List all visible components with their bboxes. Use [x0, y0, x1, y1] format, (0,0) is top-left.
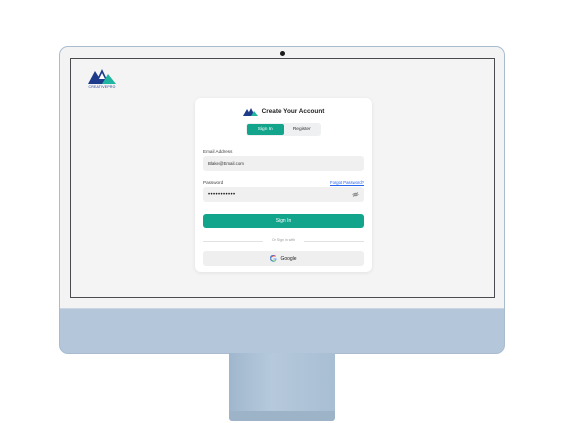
tab-register[interactable]: Register	[284, 124, 321, 135]
card-logo-icon	[242, 107, 258, 116]
monitor: CREATIVEPRO Create Your Account Sign In …	[59, 46, 505, 354]
monitor-bezel: CREATIVEPRO Create Your Account Sign In …	[60, 47, 504, 309]
auth-tabs: Sign In Register	[246, 123, 321, 136]
brand-wordmark: CREATIVEPRO	[88, 85, 116, 89]
eye-off-icon[interactable]	[352, 191, 359, 198]
email-field[interactable]: Blake@Email.com	[203, 156, 364, 171]
google-icon	[270, 255, 278, 262]
sign-in-button[interactable]: Sign In	[203, 214, 364, 228]
page-title: Create Your Account	[261, 107, 325, 115]
email-value: Blake@Email.com	[208, 161, 244, 166]
monitor-stand	[229, 353, 335, 413]
tab-sign-in[interactable]: Sign In	[247, 124, 284, 135]
password-value: •••••••••••	[208, 191, 236, 198]
google-sign-in-button[interactable]: Google	[203, 251, 364, 266]
camera-dot	[280, 51, 285, 56]
forgot-password-link[interactable]: Forgot Password?	[330, 180, 364, 185]
monitor-stand-base	[229, 411, 335, 421]
brand-logo[interactable]: CREATIVEPRO	[86, 67, 118, 93]
divider-text: Or Sign in with	[271, 238, 296, 242]
brand-logo-icon	[88, 69, 116, 84]
password-label: Password	[203, 180, 224, 185]
email-label: Email Address	[203, 149, 233, 154]
divider: Or Sign in with	[203, 238, 364, 244]
screen: CREATIVEPRO Create Your Account Sign In …	[70, 58, 495, 298]
card-header: Create Your Account	[195, 105, 372, 117]
password-field[interactable]: •••••••••••	[203, 187, 364, 202]
auth-card: Create Your Account Sign In Register Ema…	[195, 98, 372, 272]
google-button-label: Google	[280, 255, 297, 262]
